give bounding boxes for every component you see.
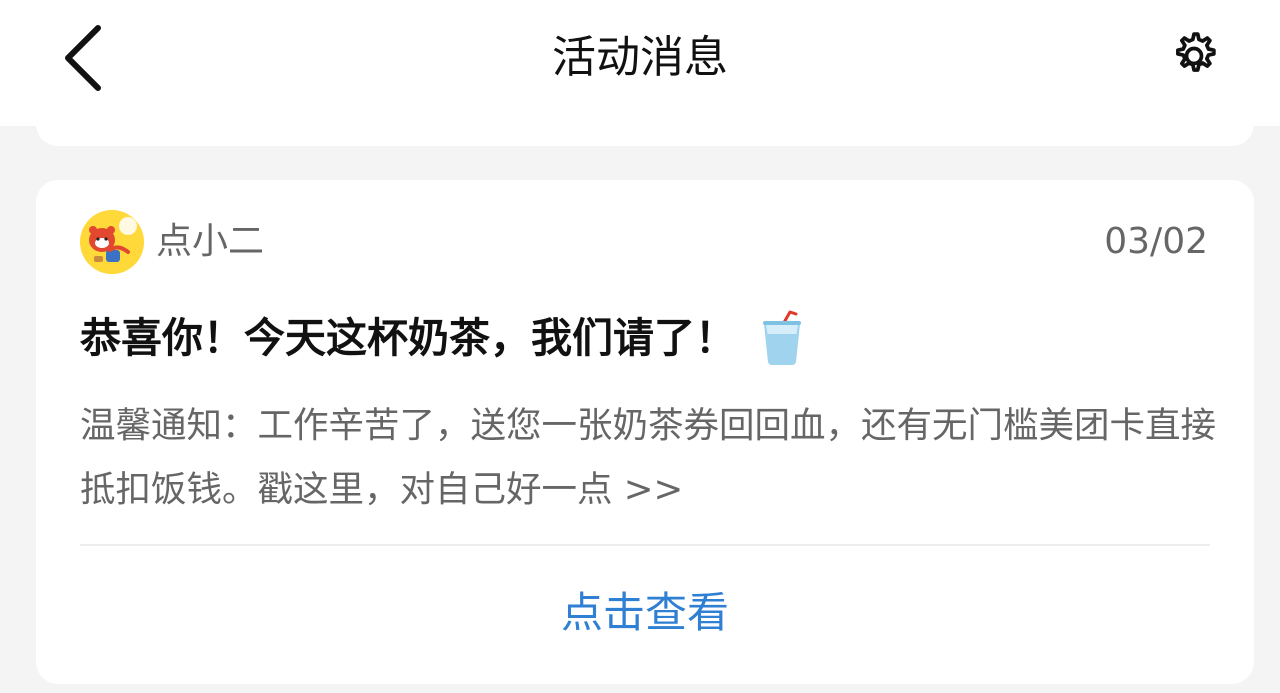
gear-icon bbox=[1176, 32, 1216, 72]
message-title: 恭喜你！今天这杯奶茶，我们请了！ bbox=[80, 308, 804, 368]
cup-with-straw-icon bbox=[763, 310, 801, 365]
message-body: 温馨通知：工作辛苦了，送您一张奶茶券回回血，还有无门槛美团卡直接抵扣饭钱。戳这里… bbox=[80, 405, 1217, 510]
previous-card bbox=[36, 100, 1254, 146]
back-button[interactable] bbox=[46, 16, 118, 100]
page-title: 活动消息 bbox=[552, 32, 728, 83]
message-date: 03/02 bbox=[1104, 221, 1208, 262]
sender-name: 点小二 bbox=[156, 221, 265, 262]
message-title-text: 恭喜你！今天这杯奶茶，我们请了！ bbox=[80, 314, 736, 362]
message-card[interactable]: 点小二 03/02 恭喜你！今天这杯奶茶，我们请了！ 温馨通知：工作辛苦了，送您… bbox=[36, 180, 1254, 684]
settings-button[interactable] bbox=[1158, 20, 1230, 92]
red-panda-avatar-icon bbox=[80, 210, 144, 274]
chevron-left-icon bbox=[65, 25, 101, 91]
view-details-button[interactable]: 点击查看 bbox=[36, 546, 1254, 680]
avatar bbox=[80, 210, 144, 274]
